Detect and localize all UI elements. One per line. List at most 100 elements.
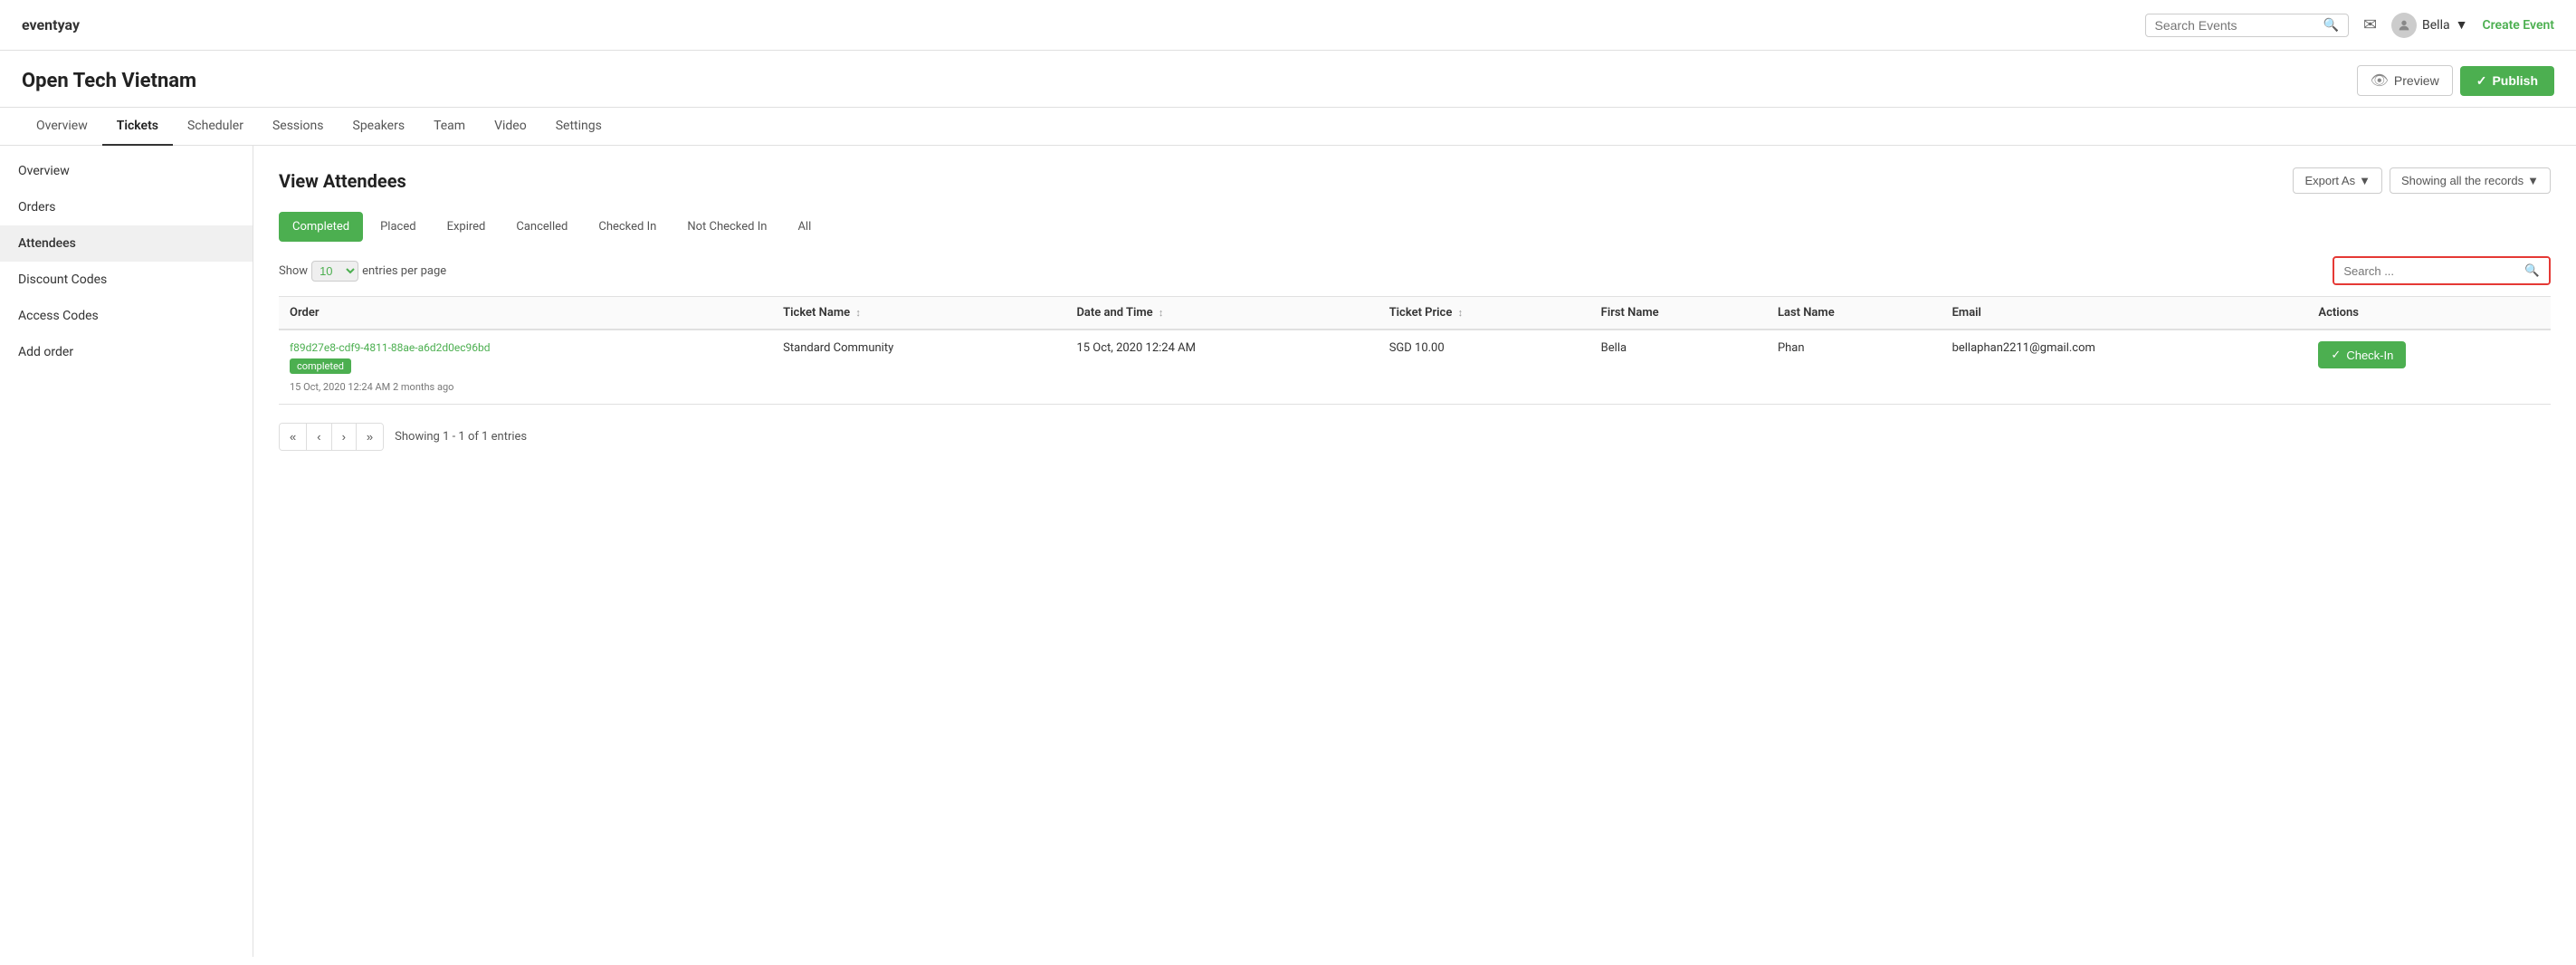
preview-button[interactable]: 👁 Preview bbox=[2357, 65, 2453, 96]
datetime-sort-icon[interactable]: ↕ bbox=[1159, 307, 1164, 319]
cell-last-name: Phan bbox=[1767, 330, 1942, 405]
attendees-table: Order Ticket Name ↕ Date and Time ↕ Tick… bbox=[279, 296, 2551, 405]
pagination-info: Showing 1 - 1 of 1 entries bbox=[395, 430, 527, 444]
sidebar-item-access-codes[interactable]: Access Codes bbox=[0, 298, 253, 334]
search-bar[interactable]: 🔍 bbox=[2145, 14, 2349, 37]
status-tab-not-checked-in[interactable]: Not Checked In bbox=[673, 212, 780, 242]
nav-right: 🔍 ✉ Bella ▼ Create Event bbox=[2145, 13, 2555, 38]
tab-navigation: Overview Tickets Scheduler Sessions Spea… bbox=[0, 108, 2576, 146]
page-title: Open Tech Vietnam bbox=[22, 70, 196, 92]
cell-ticket-name: Standard Community bbox=[772, 330, 1065, 405]
sidebar-item-orders[interactable]: Orders bbox=[0, 189, 253, 225]
check-in-label: Check-In bbox=[2346, 349, 2393, 362]
tab-sessions[interactable]: Sessions bbox=[258, 108, 339, 146]
search-magnifier-icon: 🔍 bbox=[2524, 263, 2540, 277]
show-label: Show bbox=[279, 264, 308, 278]
prev-page-button[interactable]: ‹ bbox=[307, 424, 331, 450]
cell-email: bellaphan2211@gmail.com bbox=[1942, 330, 2308, 405]
col-order: Order bbox=[279, 297, 772, 330]
col-date-time: Date and Time ↕ bbox=[1065, 297, 1378, 330]
ticket-sort-icon[interactable]: ↕ bbox=[855, 307, 861, 319]
status-tab-completed[interactable]: Completed bbox=[279, 212, 363, 242]
brand-logo[interactable]: eventyay bbox=[22, 16, 80, 33]
export-label: Export As bbox=[2304, 174, 2355, 187]
tab-video[interactable]: Video bbox=[480, 108, 541, 146]
mail-icon[interactable]: ✉ bbox=[2363, 15, 2377, 34]
publish-button[interactable]: ✓ Publish bbox=[2460, 66, 2554, 96]
tab-team[interactable]: Team bbox=[419, 108, 480, 146]
attendee-search-button[interactable]: 🔍 bbox=[2515, 258, 2549, 283]
search-icon: 🔍 bbox=[2323, 18, 2339, 33]
col-ticket-price: Ticket Price ↕ bbox=[1379, 297, 1590, 330]
first-page-button[interactable]: « bbox=[280, 424, 307, 450]
tab-overview[interactable]: Overview bbox=[22, 108, 102, 146]
cell-date-time: 15 Oct, 2020 12:24 AM bbox=[1065, 330, 1378, 405]
export-button[interactable]: Export As ▼ bbox=[2293, 167, 2382, 194]
search-wrap: 🔍 bbox=[2333, 256, 2551, 285]
sidebar-item-discount-codes[interactable]: Discount Codes bbox=[0, 262, 253, 298]
page-header: Open Tech Vietnam 👁 Preview ✓ Publish bbox=[0, 51, 2576, 108]
entries-per-page: Show 10 25 50 100 entries per page bbox=[279, 261, 446, 282]
entries-select[interactable]: 10 25 50 100 bbox=[311, 261, 358, 282]
col-ticket-name: Ticket Name ↕ bbox=[772, 297, 1065, 330]
content-header-actions: Export As ▼ Showing all the records ▼ bbox=[2293, 167, 2551, 194]
entries-suffix: entries per page bbox=[362, 264, 446, 278]
tab-speakers[interactable]: Speakers bbox=[339, 108, 420, 146]
top-navigation: eventyay 🔍 ✉ Bella ▼ Create Event bbox=[0, 0, 2576, 51]
avatar bbox=[2391, 13, 2417, 38]
status-tab-expired[interactable]: Expired bbox=[434, 212, 500, 242]
status-tab-placed[interactable]: Placed bbox=[367, 212, 429, 242]
tab-settings[interactable]: Settings bbox=[541, 108, 616, 146]
check-in-button[interactable]: ✓ Check-In bbox=[2318, 341, 2406, 368]
content-header: View Attendees Export As ▼ Showing all t… bbox=[279, 167, 2551, 194]
status-tab-checked-in[interactable]: Checked In bbox=[585, 212, 670, 242]
sidebar-item-add-order[interactable]: Add order bbox=[0, 334, 253, 370]
records-filter-button[interactable]: Showing all the records ▼ bbox=[2390, 167, 2551, 194]
sidebar: Overview Orders Attendees Discount Codes… bbox=[0, 146, 253, 957]
price-sort-icon[interactable]: ↕ bbox=[1458, 307, 1464, 319]
cell-actions: ✓ Check-In bbox=[2307, 330, 2551, 405]
export-dropdown-icon: ▼ bbox=[2359, 174, 2371, 187]
pagination-row: « ‹ › » Showing 1 - 1 of 1 entries bbox=[279, 423, 2551, 451]
col-email: Email bbox=[1942, 297, 2308, 330]
main-layout: Overview Orders Attendees Discount Codes… bbox=[0, 146, 2576, 957]
tab-scheduler[interactable]: Scheduler bbox=[173, 108, 258, 146]
next-page-button[interactable]: › bbox=[332, 424, 357, 450]
table-header-row: Order Ticket Name ↕ Date and Time ↕ Tick… bbox=[279, 297, 2551, 330]
checkmark-icon: ✓ bbox=[2476, 73, 2487, 89]
cell-first-name: Bella bbox=[1590, 330, 1767, 405]
cell-order: f89d27e8-cdf9-4811-88ae-a6d2d0ec96bd com… bbox=[279, 330, 772, 405]
order-id-link[interactable]: f89d27e8-cdf9-4811-88ae-a6d2d0ec96bd bbox=[290, 341, 491, 354]
create-event-button[interactable]: Create Event bbox=[2482, 18, 2554, 33]
header-actions: 👁 Preview ✓ Publish bbox=[2357, 65, 2554, 96]
main-content: View Attendees Export As ▼ Showing all t… bbox=[253, 146, 2576, 957]
col-last-name: Last Name bbox=[1767, 297, 1942, 330]
search-input[interactable] bbox=[2155, 18, 2318, 33]
user-dropdown-icon[interactable]: ▼ bbox=[2456, 17, 2468, 33]
cell-ticket-price: SGD 10.00 bbox=[1379, 330, 1590, 405]
pagination-buttons: « ‹ › » bbox=[279, 423, 384, 451]
entries-row: Show 10 25 50 100 entries per page 🔍 bbox=[279, 256, 2551, 285]
status-badge: completed bbox=[290, 358, 351, 374]
records-label: Showing all the records bbox=[2401, 174, 2524, 187]
attendee-search-input[interactable] bbox=[2334, 259, 2515, 283]
last-page-button[interactable]: » bbox=[357, 424, 383, 450]
status-tabs: Completed Placed Expired Cancelled Check… bbox=[279, 212, 2551, 242]
content-title: View Attendees bbox=[279, 170, 406, 192]
table-row: f89d27e8-cdf9-4811-88ae-a6d2d0ec96bd com… bbox=[279, 330, 2551, 405]
eye-icon: 👁 bbox=[2371, 72, 2389, 90]
order-date: 15 Oct, 2020 12:24 AM 2 months ago bbox=[290, 381, 761, 393]
records-dropdown-icon: ▼ bbox=[2527, 174, 2539, 187]
publish-label: Publish bbox=[2492, 73, 2538, 88]
check-icon: ✓ bbox=[2331, 348, 2341, 362]
sidebar-item-overview[interactable]: Overview bbox=[0, 153, 253, 189]
sidebar-item-attendees[interactable]: Attendees bbox=[0, 225, 253, 262]
status-tab-cancelled[interactable]: Cancelled bbox=[502, 212, 581, 242]
username-label: Bella bbox=[2422, 18, 2450, 33]
status-tab-all[interactable]: All bbox=[784, 212, 825, 242]
col-first-name: First Name bbox=[1590, 297, 1767, 330]
col-actions: Actions bbox=[2307, 297, 2551, 330]
preview-label: Preview bbox=[2394, 73, 2439, 88]
tab-tickets[interactable]: Tickets bbox=[102, 108, 173, 146]
user-area[interactable]: Bella ▼ bbox=[2391, 13, 2467, 38]
